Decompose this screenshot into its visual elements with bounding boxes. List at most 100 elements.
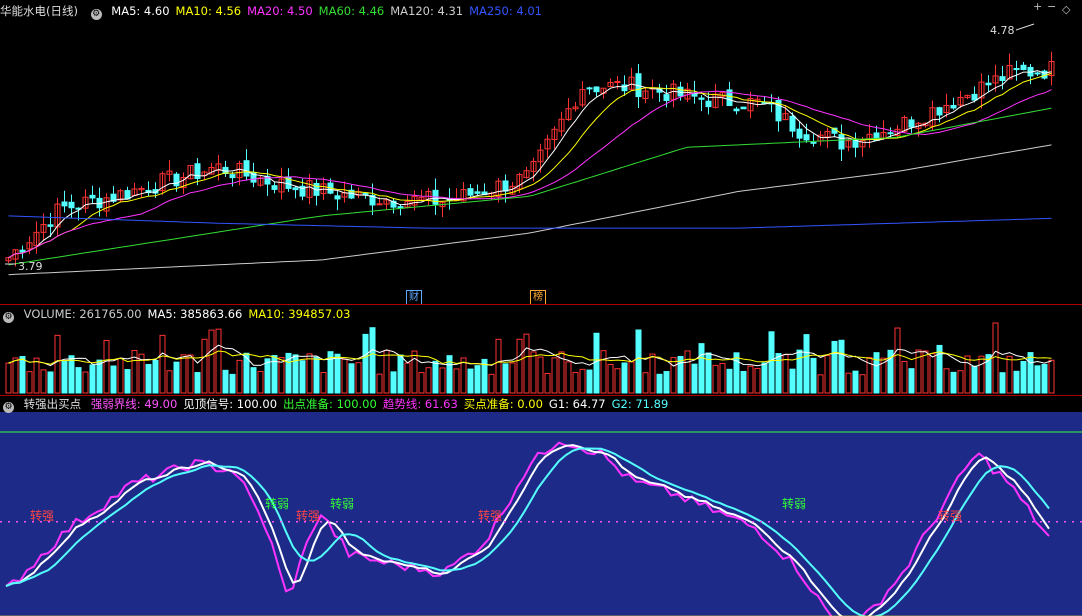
- volume-bar: [264, 358, 271, 394]
- volume-bar: [348, 363, 355, 394]
- volume-bar: [432, 360, 439, 394]
- volume-bar: [159, 334, 166, 394]
- event-badge-list[interactable]: 榜: [530, 290, 546, 305]
- volume-bar: [691, 363, 698, 394]
- price-panel[interactable]: 华能水电(日线) ⚙ MA5: 4.60 MA10: 4.56 MA20: 4.50…: [0, 0, 1082, 305]
- event-badge-finance[interactable]: 财: [406, 290, 422, 305]
- volume-bar: [670, 357, 677, 394]
- candle-body: [908, 119, 915, 128]
- volume-bar: [971, 365, 978, 394]
- volume-bar: [782, 354, 789, 394]
- indicator-header: ⚙ 转强出买点 强弱界线: 49.00 见顶信号: 100.00 出点准备: 100…: [0, 396, 680, 413]
- volume-bar: [369, 327, 376, 394]
- ma-legend: MA5: 4.60 MA10: 4.56 MA20: 4.50 MA60: 4.46 M…: [111, 4, 548, 18]
- ma-legend-item: MA120: 4.31: [390, 4, 464, 18]
- volume-bar: [754, 367, 761, 394]
- volume-bar: [103, 339, 110, 394]
- volume-bar: [96, 359, 103, 394]
- volume-bar: [747, 365, 754, 394]
- volume-bar: [523, 333, 530, 394]
- indicator-name: 转强出买点: [23, 397, 82, 411]
- candle-body: [971, 93, 978, 101]
- volume-bar: [873, 352, 880, 394]
- volume-bar: [635, 329, 642, 394]
- candle-body: [1020, 64, 1027, 71]
- volume-bar: [943, 368, 950, 394]
- candle-body: [292, 187, 299, 191]
- volume-bar: [922, 350, 929, 394]
- high-price-label: 4.78: [990, 24, 1015, 37]
- ma120-line: [8, 144, 1052, 276]
- volume-bar: [383, 349, 390, 394]
- stock-name: 华能水电(日线): [0, 4, 78, 18]
- volume-bar: [551, 357, 558, 394]
- volume-bar: [600, 350, 607, 394]
- volume-bar: [362, 333, 369, 394]
- volume-bar: [355, 362, 362, 394]
- volume-bar: [1027, 352, 1034, 394]
- candlestick-chart[interactable]: 4.78 3.79: [0, 0, 1082, 304]
- candle-body: [985, 82, 992, 86]
- candle-body: [593, 86, 600, 93]
- volume-bar: [117, 357, 124, 394]
- volume-bar: [663, 371, 670, 394]
- volume-bar: [376, 373, 383, 394]
- candle-body: [243, 160, 250, 177]
- volume-bar: [334, 353, 341, 394]
- volume-bar: [306, 353, 313, 394]
- candle-body: [194, 163, 201, 180]
- volume-bar: [607, 363, 614, 394]
- turn-strong-tag: 转强: [478, 508, 502, 523]
- volume-panel[interactable]: ⚙ VOLUME: 261765.00 MA5: 385863.66 MA10: 3…: [0, 305, 1082, 395]
- volume-bar: [726, 368, 733, 394]
- volume-bar: [145, 363, 152, 394]
- candle-body: [1034, 72, 1041, 75]
- settings-gear-icon[interactable]: ⚙: [90, 9, 102, 20]
- volume-bar: [502, 363, 509, 394]
- volume-bar: [68, 355, 75, 394]
- volume-settings-gear-icon[interactable]: ⚙: [3, 312, 14, 323]
- ma250-line: [8, 215, 1052, 229]
- indicator-settings-gear-icon[interactable]: ⚙: [3, 402, 14, 413]
- volume-bar: [628, 361, 635, 394]
- volume-bar: [390, 371, 397, 394]
- indicator-panel[interactable]: ⚙ 转强出买点 强弱界线: 49.00 见顶信号: 100.00 出点准备: 100…: [0, 396, 1082, 616]
- candle-body: [229, 174, 236, 179]
- volume-legend-item: MA10: 394857.03: [248, 307, 351, 321]
- volume-bar: [54, 334, 61, 394]
- volume-bar: [19, 356, 26, 394]
- volume-bar: [908, 368, 915, 394]
- volume-bar: [278, 357, 285, 394]
- candle-body: [173, 173, 180, 187]
- candle-body: [124, 190, 131, 200]
- volume-bar: [537, 356, 544, 394]
- volume-bar: [1020, 360, 1027, 394]
- candle-body: [502, 180, 509, 192]
- ma10-line: [8, 72, 1052, 259]
- candle-body: [950, 104, 957, 109]
- indicator-legend-item: G2: 71.89: [611, 397, 669, 411]
- volume-bar: [257, 370, 264, 394]
- volume-bar: [5, 362, 12, 394]
- candle-body: [789, 115, 796, 132]
- volume-bar: [488, 373, 495, 394]
- price-header: 华能水电(日线) ⚙ MA5: 4.60 MA10: 4.56 MA20: 4.50…: [0, 3, 554, 20]
- indicator-legend-item: 趋势线: 61.63: [382, 397, 458, 411]
- volume-bar: [803, 334, 810, 394]
- volume-bar: [180, 354, 187, 394]
- volume-bar: [544, 372, 551, 394]
- turn-strong-tag: 转强: [938, 508, 962, 523]
- ma-legend-item: MA5: 4.60: [111, 4, 170, 18]
- volume-bar: [418, 372, 425, 394]
- volume-bar: [40, 369, 47, 394]
- volume-bar: [509, 362, 516, 394]
- oscillator-chart[interactable]: 转强转弱转强转弱转强转弱转强: [0, 412, 1082, 616]
- volume-bar: [649, 353, 656, 394]
- volume-bar: [61, 360, 68, 394]
- ma-legend-item: MA20: 4.50: [247, 4, 313, 18]
- volume-bar: [425, 367, 432, 394]
- volume-bar: [838, 339, 845, 394]
- volume-bar: [166, 370, 173, 394]
- volume-bar: [215, 328, 222, 394]
- volume-bar: [453, 368, 460, 394]
